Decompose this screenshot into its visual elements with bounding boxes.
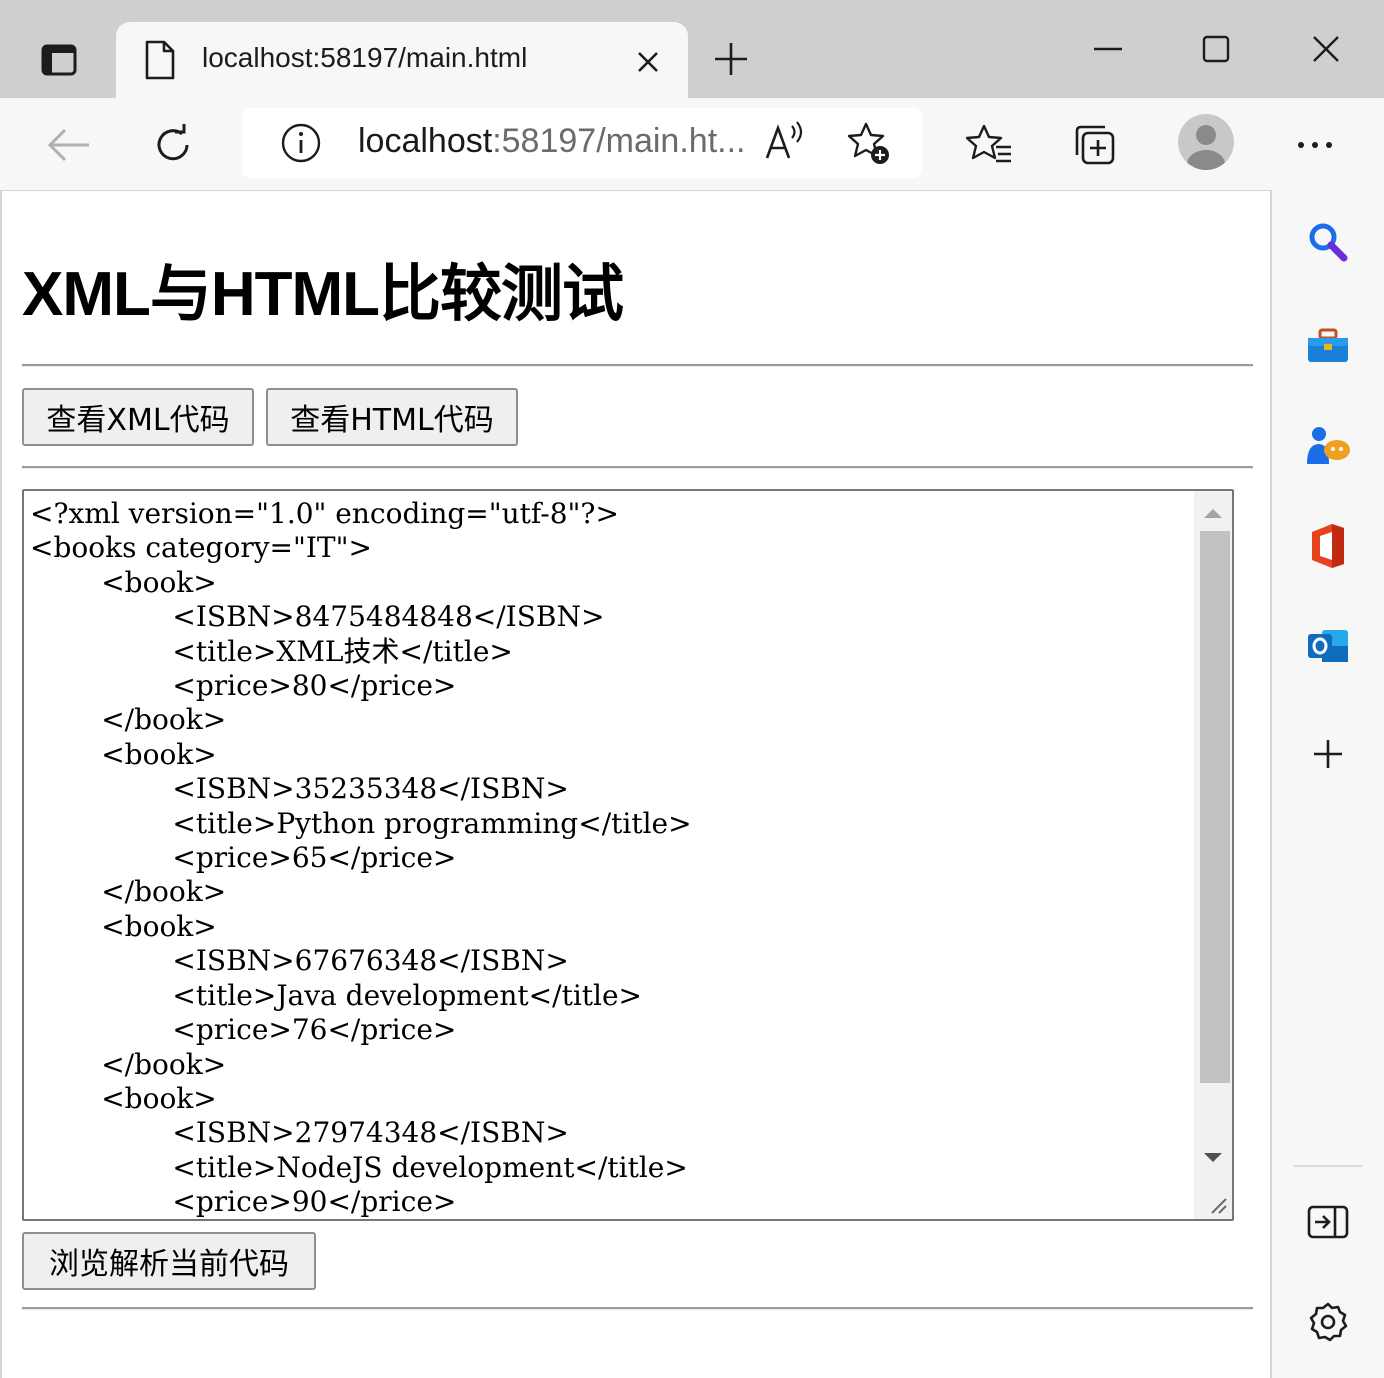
resize-handle-icon[interactable]	[1208, 1195, 1228, 1215]
page-content: XML与HTML比较测试 查看XML代码 查看HTML代码 <?xml vers…	[0, 190, 1272, 1378]
profile-icon	[1187, 125, 1225, 170]
address-url: localhost:58197/main.ht...	[358, 122, 745, 161]
back-arrow-icon	[47, 128, 89, 162]
scroll-down-arrow-icon[interactable]	[1204, 1153, 1222, 1162]
view-xml-button[interactable]: 查看XML代码	[22, 388, 254, 446]
read-aloud-button[interactable]	[764, 120, 808, 169]
add-icon	[1314, 740, 1342, 768]
games-icon	[1307, 427, 1350, 464]
edge-sidebar	[1272, 190, 1384, 1378]
code-content: <?xml version="1.0" encoding="utf-8"?> <…	[30, 497, 692, 1219]
search-icon	[1309, 223, 1348, 262]
vertical-scrollbar[interactable]	[1194, 491, 1232, 1219]
window-close-icon	[1313, 36, 1339, 62]
refresh-button[interactable]	[146, 118, 200, 172]
favorites-icon	[966, 124, 1011, 163]
sidebar-games-button[interactable]	[1300, 418, 1356, 474]
browser-toolbar: localhost:58197/main.ht...	[0, 98, 1384, 190]
collections-icon	[1075, 125, 1115, 165]
outlook-icon	[1308, 630, 1348, 662]
tab-title: localhost:58197/main.html	[202, 42, 528, 73]
scroll-up-arrow-icon[interactable]	[1204, 509, 1222, 518]
sidebar-divider	[1294, 1165, 1362, 1167]
sidebar-office-button[interactable]	[1300, 518, 1356, 574]
close-icon	[638, 52, 658, 72]
collections-button[interactable]	[1068, 118, 1122, 172]
more-icon	[1298, 142, 1332, 148]
divider	[22, 364, 1253, 367]
read-aloud-icon	[765, 121, 803, 159]
active-tab[interactable]: localhost:58197/main.html	[116, 22, 688, 98]
sidebar-settings-button[interactable]	[1300, 1294, 1356, 1350]
sidebar-outlook-button[interactable]	[1300, 618, 1356, 674]
minimize-icon	[1094, 47, 1122, 51]
window-close-button[interactable]	[1296, 24, 1356, 74]
back-button[interactable]	[42, 118, 96, 172]
sidebar-tools-button[interactable]	[1300, 318, 1356, 374]
sidebar-add-button[interactable]	[1300, 726, 1356, 782]
tab-close-button[interactable]	[630, 44, 666, 80]
more-button[interactable]	[1288, 118, 1342, 172]
page-title: XML与HTML比较测试	[22, 260, 624, 329]
address-path: :58197/main.ht...	[492, 122, 746, 160]
new-tab-button[interactable]	[706, 34, 756, 84]
divider	[22, 466, 1253, 469]
minimize-button[interactable]	[1078, 24, 1138, 74]
add-favorite-button[interactable]	[846, 120, 894, 173]
refresh-icon	[157, 124, 189, 161]
tab-actions-button[interactable]	[18, 22, 100, 98]
document-icon	[145, 40, 175, 80]
add-favorite-icon	[847, 122, 889, 164]
info-icon	[281, 123, 321, 163]
address-bar[interactable]: localhost:58197/main.ht...	[242, 108, 922, 178]
split-screen-icon	[1307, 1205, 1349, 1239]
divider	[22, 1307, 1253, 1310]
plus-icon	[715, 43, 747, 75]
office-icon	[1312, 524, 1344, 568]
title-bar: localhost:58197/main.html	[0, 0, 1384, 98]
favorites-button[interactable]	[962, 118, 1016, 172]
sidebar-search-button[interactable]	[1300, 214, 1356, 270]
profile-button[interactable]	[1178, 114, 1234, 170]
maximize-button[interactable]	[1186, 24, 1246, 74]
settings-icon	[1309, 1302, 1348, 1342]
code-textarea[interactable]: <?xml version="1.0" encoding="utf-8"?> <…	[22, 489, 1234, 1221]
scrollbar-thumb[interactable]	[1200, 531, 1230, 1083]
maximize-icon	[1202, 35, 1230, 63]
view-html-button[interactable]: 查看HTML代码	[266, 388, 518, 446]
browse-parse-button[interactable]: 浏览解析当前代码	[22, 1232, 316, 1290]
sidebar-split-button[interactable]	[1300, 1194, 1356, 1250]
address-host: localhost	[358, 122, 493, 160]
tools-icon	[1308, 328, 1348, 362]
tab-actions-icon	[41, 44, 77, 76]
